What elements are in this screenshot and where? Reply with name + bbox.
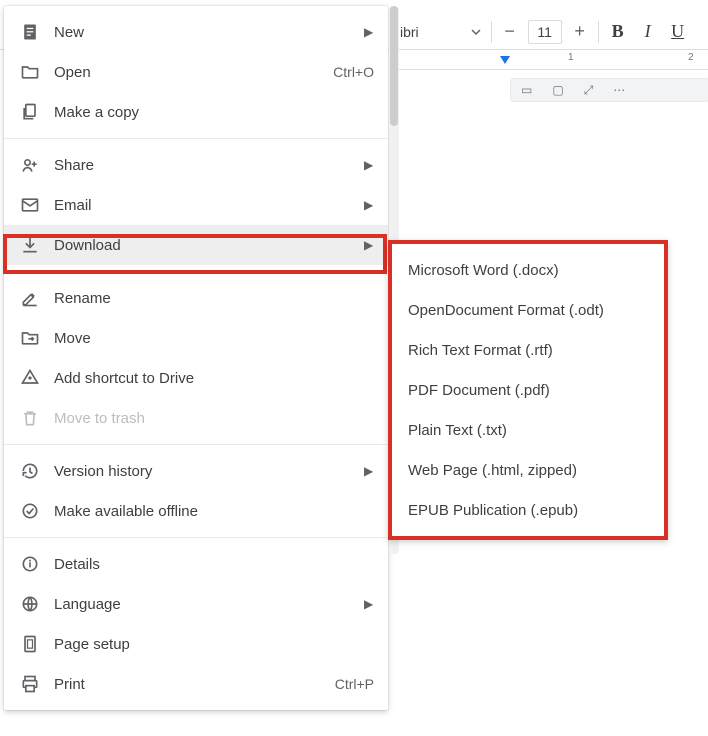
rename-icon <box>20 288 40 308</box>
submenu-item-docx[interactable]: Microsoft Word (.docx) <box>392 250 664 290</box>
divider <box>4 537 388 538</box>
collapse-icon: ⤢ <box>584 83 594 98</box>
divider <box>4 444 388 445</box>
download-submenu: Microsoft Word (.docx) OpenDocument Form… <box>388 240 668 540</box>
menu-label: Download <box>54 237 350 254</box>
move-icon <box>20 328 40 348</box>
bold-button[interactable]: B <box>603 17 633 47</box>
submenu-arrow-icon: ▶ <box>364 464 374 478</box>
submenu-label: PDF Document (.pdf) <box>408 382 550 399</box>
submenu-label: OpenDocument Format (.odt) <box>408 302 604 319</box>
submenu-item-pdf[interactable]: PDF Document (.pdf) <box>392 370 664 410</box>
divider <box>4 271 388 272</box>
menu-item-share[interactable]: Share ▶ <box>4 145 388 185</box>
menu-item-new[interactable]: New ▶ <box>4 12 388 52</box>
menu-label: Open <box>54 64 319 81</box>
font-size-group: − 11 + <box>496 19 594 45</box>
menu-label: Move to trash <box>54 410 374 427</box>
document-icon <box>20 22 40 42</box>
menu-label: Details <box>54 556 374 573</box>
chevron-down-icon <box>471 27 481 37</box>
divider <box>4 138 388 139</box>
email-icon <box>20 195 40 215</box>
menu-item-open[interactable]: Open Ctrl+O <box>4 52 388 92</box>
separator <box>598 21 599 43</box>
menu-label: Make a copy <box>54 104 374 121</box>
menu-label: Move <box>54 330 374 347</box>
menu-label: Version history <box>54 463 350 480</box>
menu-label: New <box>54 24 350 41</box>
menu-item-page-setup[interactable]: Page setup <box>4 624 388 664</box>
menu-item-make-a-copy[interactable]: Make a copy <box>4 92 388 132</box>
download-icon <box>20 235 40 255</box>
submenu-item-odt[interactable]: OpenDocument Format (.odt) <box>392 290 664 330</box>
menu-item-rename[interactable]: Rename <box>4 278 388 318</box>
menu-item-download[interactable]: Download ▶ <box>4 225 388 265</box>
menu-label: Add shortcut to Drive <box>54 370 374 387</box>
menu-item-move[interactable]: Move <box>4 318 388 358</box>
separator <box>491 21 492 43</box>
menu-item-offline[interactable]: Make available offline <box>4 491 388 531</box>
page-setup-icon <box>20 634 40 654</box>
menu-label: Make available offline <box>54 503 374 520</box>
underline-button[interactable]: U <box>663 17 693 47</box>
decrease-size-button[interactable]: − <box>496 19 524 45</box>
trash-icon <box>20 408 40 428</box>
header-icon: ▭ <box>521 83 532 97</box>
square-icon: ▢ <box>552 83 563 97</box>
menu-item-print[interactable]: Print Ctrl+P <box>4 664 388 704</box>
italic-button[interactable]: I <box>633 17 663 47</box>
menu-label: Page setup <box>54 636 374 653</box>
menu-item-add-shortcut[interactable]: Add shortcut to Drive <box>4 358 388 398</box>
print-icon <box>20 674 40 694</box>
menu-item-email[interactable]: Email ▶ <box>4 185 388 225</box>
ruler: 1 2 <box>395 50 708 70</box>
globe-icon <box>20 594 40 614</box>
submenu-label: EPUB Publication (.epub) <box>408 502 578 519</box>
menu-label: Print <box>54 676 321 693</box>
submenu-item-html[interactable]: Web Page (.html, zipped) <box>392 450 664 490</box>
indent-marker-icon[interactable] <box>500 56 510 64</box>
menu-label: Email <box>54 197 350 214</box>
menu-item-language[interactable]: Language ▶ <box>4 584 388 624</box>
submenu-item-rtf[interactable]: Rich Text Format (.rtf) <box>392 330 664 370</box>
submenu-arrow-icon: ▶ <box>364 198 374 212</box>
shortcut-label: Ctrl+P <box>335 676 374 692</box>
submenu-label: Web Page (.html, zipped) <box>408 462 577 479</box>
copy-icon <box>20 102 40 122</box>
submenu-label: Rich Text Format (.rtf) <box>408 342 553 359</box>
increase-size-button[interactable]: + <box>566 19 594 45</box>
submenu-label: Plain Text (.txt) <box>408 422 507 439</box>
font-size-input[interactable]: 11 <box>528 20 562 44</box>
history-icon <box>20 461 40 481</box>
menu-label: Language <box>54 596 350 613</box>
more-icon[interactable]: ⋯ <box>613 83 625 97</box>
info-icon <box>20 554 40 574</box>
folder-icon <box>20 62 40 82</box>
file-menu: New ▶ Open Ctrl+O Make a copy Share ▶ Em… <box>4 6 388 710</box>
share-icon <box>20 155 40 175</box>
submenu-arrow-icon: ▶ <box>364 597 374 611</box>
font-selector[interactable]: ibri <box>400 24 487 40</box>
font-name-label: ibri <box>400 24 419 40</box>
menu-item-trash: Move to trash <box>4 398 388 438</box>
scrollbar-thumb[interactable] <box>390 6 398 126</box>
drive-shortcut-icon <box>20 368 40 388</box>
shortcut-label: Ctrl+O <box>333 64 374 80</box>
menu-label: Rename <box>54 290 374 307</box>
submenu-item-epub[interactable]: EPUB Publication (.epub) <box>392 490 664 530</box>
submenu-arrow-icon: ▶ <box>364 238 374 252</box>
offline-icon <box>20 501 40 521</box>
menu-item-details[interactable]: Details <box>4 544 388 584</box>
submenu-arrow-icon: ▶ <box>364 158 374 172</box>
submenu-item-txt[interactable]: Plain Text (.txt) <box>392 410 664 450</box>
doc-header-strip: ▭ ▢ ⤢ ⋯ <box>510 78 708 102</box>
menu-label: Share <box>54 157 350 174</box>
submenu-arrow-icon: ▶ <box>364 25 374 39</box>
submenu-label: Microsoft Word (.docx) <box>408 262 559 279</box>
menu-item-version-history[interactable]: Version history ▶ <box>4 451 388 491</box>
